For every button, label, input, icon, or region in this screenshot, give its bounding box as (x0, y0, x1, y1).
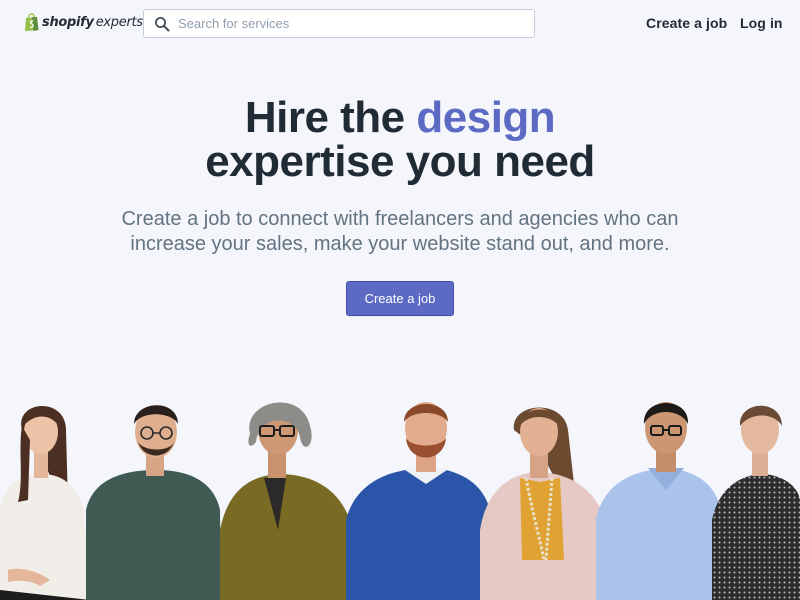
search-icon (155, 16, 170, 31)
person-photo (596, 390, 726, 600)
hero-title-accent: design (416, 93, 556, 142)
search-box (143, 9, 535, 38)
search-input[interactable] (178, 11, 518, 36)
person-photo (346, 390, 496, 600)
person-photo (0, 390, 95, 600)
create-job-button[interactable]: Create a job (346, 281, 454, 316)
hero-subtitle: Create a job to connect with freelancers… (121, 208, 679, 255)
hero-title: Hire the design expertise you need (0, 96, 800, 184)
nav-create-job-link[interactable]: Create a job (646, 15, 727, 31)
logo-link[interactable]: shopify experts (24, 12, 143, 32)
top-nav: shopify experts Create a job Log in (0, 0, 800, 46)
hero-title-part1: Hire the (244, 93, 417, 142)
page: shopify experts Create a job Log in Hire… (0, 0, 800, 600)
person-photo (712, 390, 800, 600)
nav-login-link[interactable]: Log in (740, 15, 783, 31)
hero-title-part2: expertise you need (205, 137, 595, 186)
person-photo (86, 390, 221, 600)
shopify-bag-icon (25, 13, 39, 31)
team-photo-strip (0, 390, 800, 600)
logo-brand-text: shopify (42, 14, 94, 30)
logo-suffix-text: experts (95, 14, 143, 30)
